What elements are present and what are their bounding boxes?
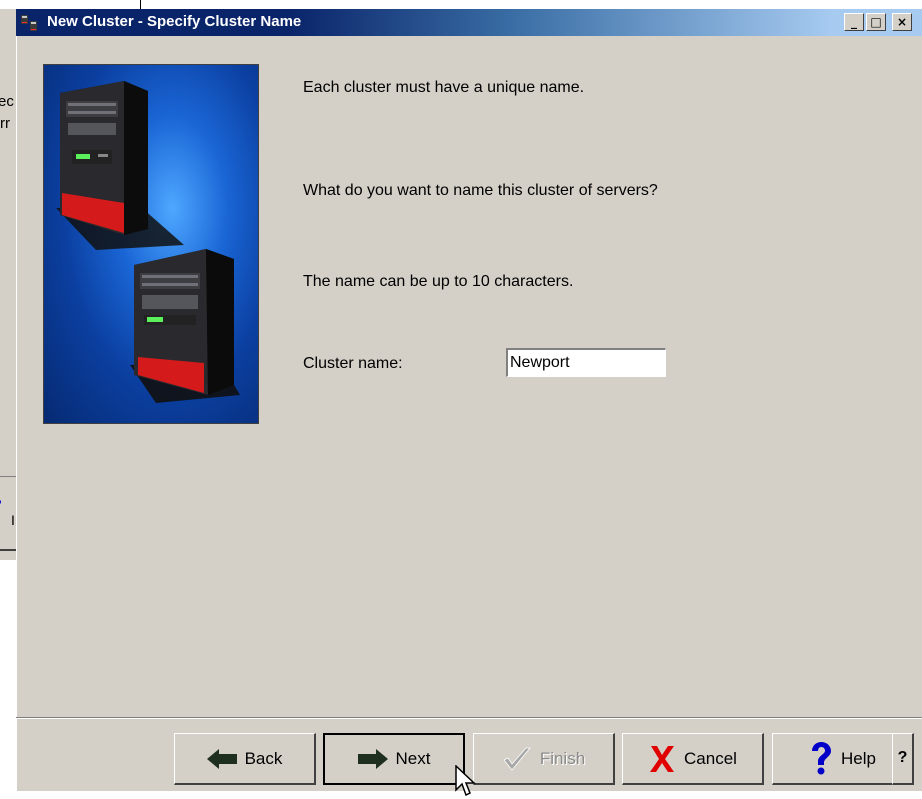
red-x-icon	[650, 745, 675, 772]
background-area	[0, 560, 16, 791]
cluster-name-input[interactable]	[506, 348, 666, 377]
next-button-label: Next	[395, 749, 431, 768]
background-text-fragment: ec	[0, 93, 14, 110]
hint-text: The name can be up to 10 characters.	[303, 273, 574, 290]
servers-illustration	[43, 64, 259, 424]
next-button[interactable]: Next	[323, 733, 465, 785]
dialog-title: New Cluster - Specify Cluster Name	[47, 13, 302, 30]
intro-text: Each cluster must have a unique name.	[303, 79, 585, 96]
separator	[16, 717, 922, 719]
question-mark-icon	[812, 741, 832, 774]
back-button[interactable]: Back	[174, 733, 316, 785]
checkmark-icon	[503, 747, 531, 771]
left-arrow-icon	[206, 748, 237, 769]
maximize-button[interactable]: □	[866, 13, 886, 31]
title-bar[interactable]: New Cluster - Specify Cluster Name _ □ ×	[16, 9, 922, 36]
right-arrow-icon	[357, 749, 388, 769]
close-button[interactable]: ×	[892, 13, 912, 31]
cancel-button[interactable]: Cancel	[622, 733, 764, 785]
cluster-name-label: Cluster name:	[303, 355, 403, 372]
app-icon	[21, 15, 37, 31]
context-help-button[interactable]: ?	[892, 733, 914, 785]
back-button-label: Back	[244, 748, 283, 768]
background-text-fragment: I	[11, 512, 15, 528]
background-text-fragment: rr	[0, 115, 10, 132]
minimize-button[interactable]: _	[844, 13, 864, 31]
background-window-edge	[0, 0, 141, 9]
question-text: What do you want to name this cluster of…	[303, 182, 658, 199]
help-button-label: Help	[841, 748, 876, 768]
finish-button-label: Finish	[539, 748, 586, 768]
background-text-fragment: '	[0, 497, 2, 513]
finish-button[interactable]: Finish	[473, 733, 615, 785]
cancel-button-label: Cancel	[684, 748, 737, 768]
mouse-pointer-icon	[455, 765, 476, 797]
new-cluster-dialog: New Cluster - Specify Cluster Name _ □ ×	[16, 9, 922, 797]
background-panel: ' I	[0, 476, 16, 551]
servers-illustration-art	[56, 81, 240, 403]
